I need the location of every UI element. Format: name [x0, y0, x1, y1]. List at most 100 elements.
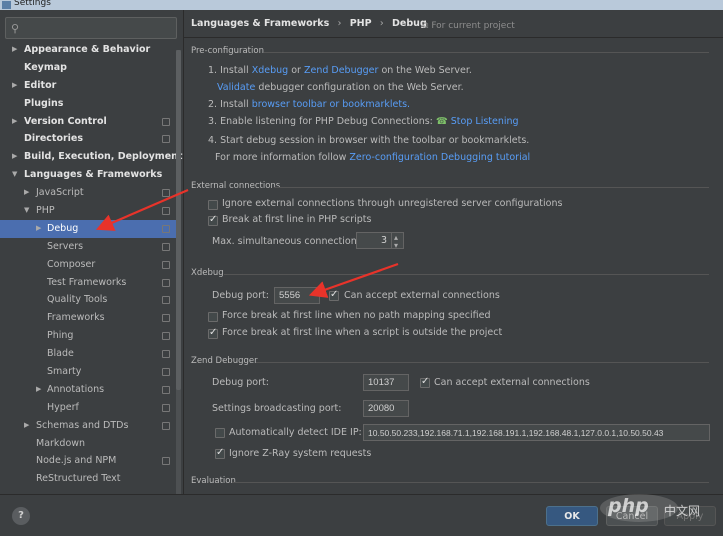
browser-toolbar-link[interactable]: browser toolbar or bookmarklets.	[252, 99, 410, 110]
spinner-arrows-icon[interactable]	[391, 230, 403, 253]
project-settings-icon	[162, 403, 170, 412]
sidebar-item-test-frameworks[interactable]: Test Frameworks	[0, 274, 176, 292]
help-button[interactable]: ?	[12, 507, 30, 525]
chevron-right-icon[interactable]: ▶	[24, 184, 29, 202]
for-current-project: ⧉ For current project	[422, 21, 515, 31]
validate-link[interactable]: Validate	[217, 82, 255, 93]
chevron-right-icon[interactable]: ▶	[36, 220, 41, 238]
sidebar-item-schemas-and-dtds[interactable]: ▶ Schemas and DTDs	[0, 417, 176, 435]
sidebar-item-label: Node.js and NPM	[36, 455, 117, 467]
sidebar-item-version-control[interactable]: ▶ Version Control	[0, 113, 176, 131]
broadcast-port-input[interactable]	[363, 400, 409, 417]
ide-ip-input[interactable]	[363, 424, 710, 441]
sidebar-item-composer[interactable]: Composer	[0, 256, 176, 274]
zend-accept-external-checkbox[interactable]	[420, 376, 430, 388]
breadcrumb-php[interactable]: PHP	[350, 18, 372, 29]
chevron-down-icon[interactable]: ▼	[24, 202, 29, 220]
project-icon: ⧉	[422, 21, 429, 31]
step-1-or: or	[291, 65, 301, 76]
auto-detect-ip-checkbox[interactable]	[215, 428, 225, 438]
breadcrumb: Languages & Frameworks › PHP › Debug	[191, 18, 432, 29]
xdebug-port-input[interactable]	[274, 287, 320, 304]
max-connections-label: Max. simultaneous connections:	[212, 236, 365, 247]
xdebug-link[interactable]: Xdebug	[252, 65, 288, 76]
chevron-right-icon[interactable]: ▶	[12, 41, 17, 59]
xdebug-heading: Xdebug	[191, 268, 224, 278]
stop-listening-link[interactable]: Stop Listening	[451, 116, 519, 127]
search-input[interactable]: ⚲	[5, 17, 177, 39]
sidebar-item-label: Smarty	[47, 366, 82, 378]
sidebar-item-label: Servers	[47, 240, 84, 252]
section-divider	[256, 362, 709, 363]
sidebar-item-label: Hyperf	[47, 401, 79, 413]
project-settings-icon	[162, 278, 170, 287]
sidebar-item-quality-tools[interactable]: Quality Tools	[0, 291, 176, 309]
max-connections-spinner[interactable]: 3	[356, 230, 404, 253]
sidebar-item-keymap[interactable]: Keymap	[0, 59, 176, 77]
sidebar-item-php[interactable]: ▼ PHP	[0, 202, 176, 220]
sidebar-item-label: Test Frameworks	[47, 276, 127, 288]
ignore-zray-checkbox[interactable]	[215, 447, 225, 459]
zero-config-tutorial-link[interactable]: Zero-configuration Debugging tutorial	[349, 152, 530, 163]
sidebar-item-label: PHP	[36, 205, 55, 217]
section-divider	[232, 482, 709, 483]
force-break-outside-checkbox[interactable]	[208, 327, 218, 339]
sidebar-item-label: Plugins	[24, 97, 64, 109]
sidebar-item-editor[interactable]: ▶ Editor	[0, 77, 176, 95]
sidebar-item-plugins[interactable]: Plugins	[0, 95, 176, 113]
search-icon: ⚲	[11, 22, 20, 35]
sidebar-scroll-thumb[interactable]	[176, 50, 181, 390]
chevron-down-icon[interactable]: ▼	[12, 166, 17, 184]
sidebar-item-annotations[interactable]: ▶ Annotations	[0, 381, 176, 399]
section-divider	[264, 52, 709, 53]
sidebar-item-phing[interactable]: Phing	[0, 327, 176, 345]
xdebug-accept-external-checkbox[interactable]	[329, 289, 339, 301]
xdebug-port-label: Debug port:	[212, 290, 269, 301]
step-2-prefix: 2. Install	[208, 99, 249, 110]
sidebar-item-restructured-text[interactable]: ReStructured Text	[0, 470, 176, 488]
sidebar-item-servers[interactable]: Servers	[0, 238, 176, 256]
max-connections-value: 3	[380, 235, 387, 246]
chevron-right-icon[interactable]: ▶	[36, 381, 41, 399]
project-settings-icon	[162, 207, 170, 216]
sidebar-item-appearance-behavior[interactable]: ▶ Appearance & Behavior	[0, 41, 176, 59]
sidebar-item-directories[interactable]: Directories	[0, 130, 176, 148]
chevron-right-icon[interactable]: ▶	[12, 113, 17, 131]
chevron-right-icon[interactable]: ▶	[12, 148, 17, 166]
sidebar-item-node-js-and-npm[interactable]: Node.js and NPM	[0, 452, 176, 470]
auto-detect-ip-label: Automatically detect IDE IP:	[229, 427, 362, 438]
ignore-external-label: Ignore external connections through unre…	[222, 198, 563, 209]
break-first-line-checkbox[interactable]	[208, 214, 218, 226]
more-info-prefix: For more information follow	[215, 152, 347, 163]
chevron-right-icon[interactable]: ▶	[12, 77, 17, 95]
zend-port-input[interactable]	[363, 374, 409, 391]
chevron-right-icon[interactable]: ▶	[24, 417, 29, 435]
breadcrumb-separator: ›	[337, 18, 342, 29]
sidebar-item-blade[interactable]: Blade	[0, 345, 176, 363]
breadcrumb-languages[interactable]: Languages & Frameworks	[191, 18, 329, 29]
sidebar-item-frameworks[interactable]: Frameworks	[0, 309, 176, 327]
validate-suffix: debugger configuration on the Web Server…	[258, 82, 464, 93]
ok-button[interactable]: OK	[546, 506, 598, 526]
sidebar-item-markdown[interactable]: Markdown	[0, 435, 176, 453]
sidebar-item-javascript[interactable]: ▶ JavaScript	[0, 184, 176, 202]
section-divider	[224, 274, 709, 275]
step-1-suffix: on the Web Server.	[381, 65, 472, 76]
sidebar-scrollbar[interactable]	[176, 50, 181, 505]
project-settings-icon	[162, 135, 170, 144]
ignore-external-checkbox[interactable]	[208, 200, 218, 210]
sidebar-item-label: Annotations	[47, 383, 105, 395]
force-break-outside-label: Force break at first line when a script …	[222, 327, 503, 338]
sidebar-item-languages-frameworks[interactable]: ▼ Languages & Frameworks	[0, 166, 176, 184]
project-settings-icon	[162, 260, 170, 269]
force-break-no-path-checkbox[interactable]	[208, 312, 218, 322]
more-info-line: For more information follow Zero-configu…	[215, 152, 530, 163]
sidebar-item-hyperf[interactable]: Hyperf	[0, 399, 176, 417]
content-scrollbar[interactable]	[716, 38, 722, 494]
sidebar-item-build-execution-deployment[interactable]: ▶ Build, Execution, Deployment	[0, 148, 182, 166]
sidebar-item-debug[interactable]: ▶ Debug	[0, 219, 176, 238]
sidebar-item-smarty[interactable]: Smarty	[0, 363, 176, 381]
sidebar-item-label: Phing	[47, 330, 74, 342]
zend-debugger-link[interactable]: Zend Debugger	[304, 65, 378, 76]
sidebar-item-label: Composer	[47, 258, 96, 270]
